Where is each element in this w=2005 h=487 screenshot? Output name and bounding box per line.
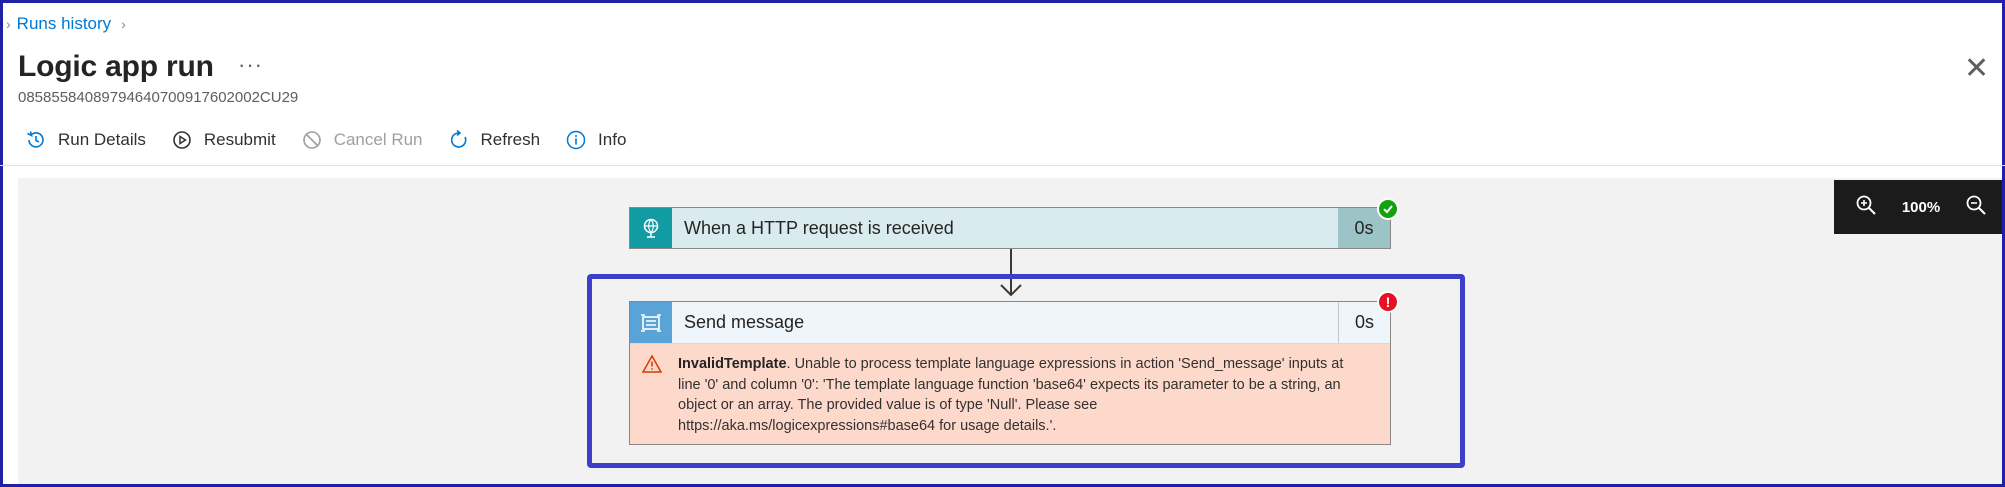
error-code: InvalidTemplate [678, 356, 787, 372]
trigger-step-card[interactable]: When a HTTP request is received 0s [629, 207, 1391, 249]
resubmit-button[interactable]: Resubmit [170, 128, 276, 152]
send-message-icon [630, 302, 672, 343]
cancel-run-label: Cancel Run [333, 130, 423, 149]
resubmit-icon [170, 128, 194, 152]
send-message-step-header[interactable]: Send message 0s [630, 302, 1390, 344]
error-message: InvalidTemplate. Unable to process templ… [678, 354, 1358, 436]
history-icon [24, 128, 48, 152]
chevron-right-icon: › [121, 16, 126, 32]
zoom-level: 100% [1901, 198, 1941, 216]
run-id: 08585584089794640700917602002CU29 [18, 89, 299, 106]
warning-icon [641, 354, 666, 436]
more-options-button[interactable]: ··· [238, 52, 263, 78]
run-details-label: Run Details [58, 130, 146, 149]
http-request-icon [630, 208, 672, 248]
info-icon [564, 128, 588, 152]
send-message-step-card[interactable]: Send message 0s InvalidTemplate. Unable … [629, 301, 1391, 445]
breadcrumb: › Runs history › [6, 14, 126, 34]
refresh-icon [447, 128, 471, 152]
error-exclamation-icon: ! [1377, 291, 1399, 313]
zoom-out-icon[interactable] [1964, 193, 1988, 222]
refresh-label: Refresh [480, 130, 541, 149]
breadcrumb-runs-history-link[interactable]: Runs history [17, 14, 111, 34]
page-title: Logic app run [18, 50, 214, 83]
trigger-step-label: When a HTTP request is received [684, 217, 954, 238]
success-check-icon [1377, 198, 1399, 220]
close-button[interactable]: ✕ [1964, 54, 1989, 84]
chevron-right-icon: › [6, 16, 11, 32]
info-label: Info [598, 130, 627, 149]
cancel-icon [300, 128, 324, 152]
cancel-run-button[interactable]: Cancel Run [300, 128, 423, 152]
info-button[interactable]: Info [564, 128, 626, 152]
toolbar-divider [0, 165, 2005, 166]
error-details: InvalidTemplate. Unable to process templ… [630, 344, 1390, 436]
resubmit-label: Resubmit [203, 130, 276, 149]
zoom-control: 100% [1834, 180, 2002, 234]
refresh-button[interactable]: Refresh [447, 128, 541, 152]
command-bar: Run Details Resubmit Cancel Run Refresh … [24, 128, 650, 152]
send-message-step-label: Send message [684, 312, 805, 332]
zoom-in-icon[interactable] [1854, 193, 1878, 222]
run-details-button[interactable]: Run Details [24, 128, 146, 152]
